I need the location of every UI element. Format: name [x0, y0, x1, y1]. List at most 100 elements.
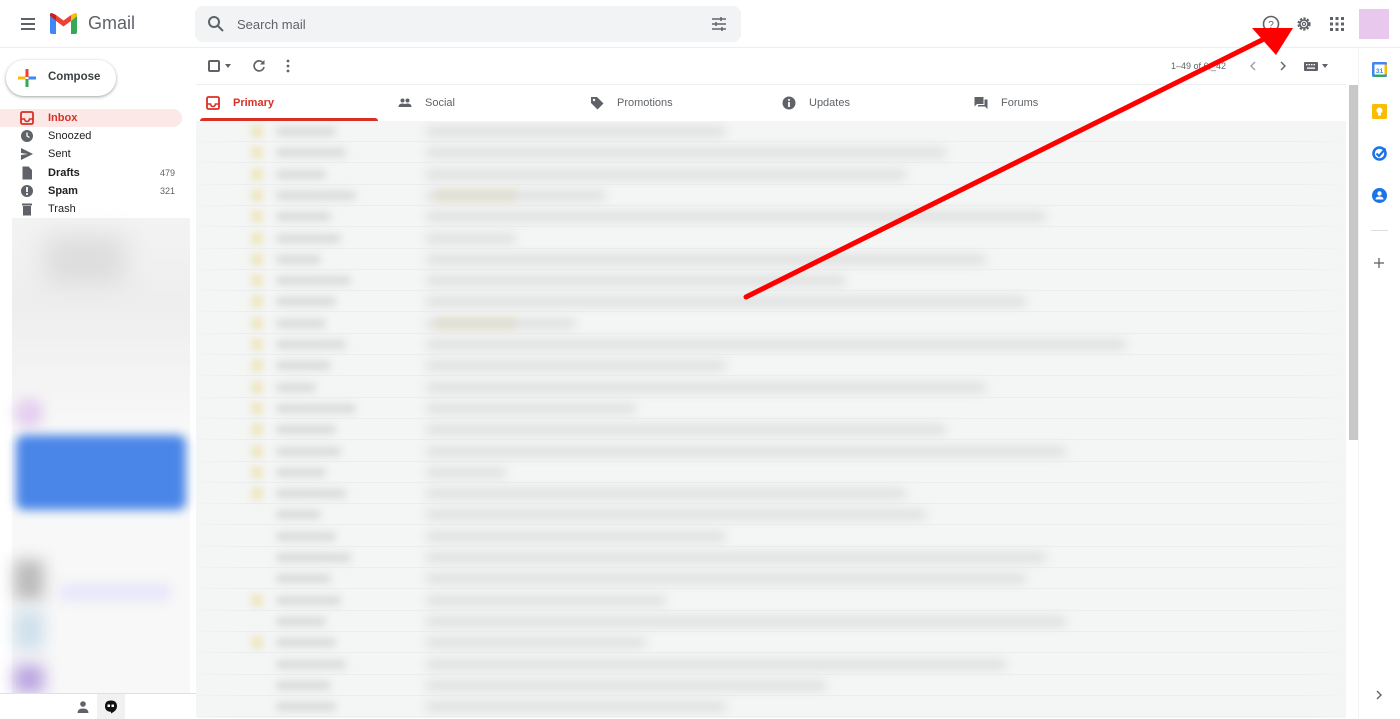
email-subject-blurred [426, 553, 1046, 562]
email-sender-blurred [276, 276, 351, 286]
email-row[interactable] [196, 632, 1346, 654]
help-icon[interactable]: ? [1262, 15, 1280, 33]
more-options-icon[interactable] [286, 59, 290, 73]
star-icon[interactable] [251, 593, 263, 607]
sidebar-item-drafts[interactable]: Drafts 479 [0, 164, 190, 182]
tasks-icon[interactable] [1372, 146, 1387, 161]
chevron-right-icon[interactable] [1278, 60, 1288, 72]
keyboard-icon[interactable] [1304, 62, 1318, 71]
tab-updates[interactable]: Updates [772, 85, 954, 121]
apps-grid-icon[interactable] [1330, 17, 1344, 31]
email-sender-blurred [276, 382, 316, 392]
sidebar-item-trash[interactable]: Trash [0, 200, 190, 218]
chevron-left-icon[interactable] [1248, 60, 1258, 72]
email-subject-blurred [426, 382, 986, 392]
star-icon[interactable] [251, 231, 263, 245]
search-icon[interactable] [207, 15, 225, 33]
email-row[interactable] [196, 696, 1346, 718]
sidebar-item-spam[interactable]: Spam 321 [0, 182, 190, 200]
send-icon [21, 148, 33, 161]
star-icon[interactable] [251, 316, 263, 330]
star-icon[interactable] [251, 188, 263, 202]
select-dropdown-caret-icon[interactable] [225, 64, 231, 68]
email-row[interactable] [196, 547, 1346, 568]
add-addon-plus-icon[interactable] [1373, 257, 1385, 269]
star-icon[interactable] [251, 423, 263, 437]
star-icon[interactable] [251, 252, 263, 266]
star-icon[interactable] [251, 465, 263, 479]
tab-label: Primary [233, 97, 274, 109]
email-row[interactable] [196, 164, 1346, 185]
sidebar-item-inbox[interactable]: Inbox [0, 109, 182, 128]
star-icon[interactable] [251, 338, 263, 351]
email-row[interactable] [196, 377, 1346, 398]
email-row[interactable] [196, 441, 1346, 462]
input-tools-caret-icon[interactable] [1322, 64, 1328, 68]
sidebar-item-label: Trash [48, 203, 76, 216]
email-row[interactable] [196, 611, 1346, 632]
account-avatar[interactable] [1359, 9, 1389, 39]
search-options-icon[interactable] [711, 16, 727, 32]
tab-primary[interactable]: Primary [196, 85, 378, 121]
gmail-logo-icon[interactable] [50, 13, 77, 34]
email-row[interactable] [196, 483, 1346, 505]
email-row[interactable] [196, 504, 1346, 526]
email-row[interactable] [196, 654, 1346, 675]
expand-side-panel-chevron-icon[interactable] [1375, 690, 1383, 700]
star-icon[interactable] [251, 210, 263, 224]
star-icon[interactable] [251, 487, 263, 501]
star-icon[interactable] [251, 444, 263, 458]
tab-promotions[interactable]: Promotions [580, 85, 762, 121]
sidebar-item-count: 479 [159, 167, 175, 178]
email-subject-blurred [426, 127, 726, 136]
star-icon[interactable] [251, 125, 263, 138]
star-icon[interactable] [251, 380, 263, 394]
email-row[interactable] [196, 526, 1346, 547]
email-row[interactable] [196, 590, 1346, 611]
email-row[interactable] [196, 142, 1346, 164]
compose-button[interactable]: Compose [6, 60, 116, 96]
contacts-icon[interactable] [1372, 188, 1387, 203]
star-icon[interactable] [251, 146, 263, 160]
email-row[interactable] [196, 419, 1346, 441]
email-row[interactable] [196, 121, 1346, 142]
tab-social[interactable]: Social [388, 85, 570, 121]
email-row[interactable] [196, 398, 1346, 419]
keep-icon[interactable] [1372, 104, 1387, 119]
sidebar-item-sent[interactable]: Sent [0, 145, 190, 163]
person-icon[interactable] [76, 700, 90, 714]
email-row[interactable] [196, 355, 1346, 377]
star-icon[interactable] [251, 274, 263, 288]
email-row[interactable] [196, 568, 1346, 590]
hangouts-button[interactable] [97, 694, 125, 719]
refresh-icon[interactable] [252, 59, 266, 73]
star-icon[interactable] [251, 401, 263, 415]
email-row[interactable] [196, 206, 1346, 228]
email-row[interactable] [196, 334, 1346, 355]
email-list-scrollbar[interactable] [1349, 85, 1358, 440]
star-icon[interactable] [251, 167, 263, 181]
people-icon [398, 98, 412, 107]
email-row[interactable] [196, 462, 1346, 483]
email-row[interactable] [196, 270, 1346, 292]
email-row[interactable] [196, 675, 1346, 696]
star-icon[interactable] [251, 295, 263, 309]
email-row[interactable] [196, 313, 1346, 334]
sidebar-item-snoozed[interactable]: Snoozed [0, 127, 190, 145]
email-row[interactable] [196, 291, 1346, 313]
email-row[interactable] [196, 185, 1346, 206]
calendar-icon[interactable]: 31 [1372, 62, 1387, 77]
select-all-checkbox[interactable] [208, 60, 220, 72]
email-row[interactable] [196, 228, 1346, 249]
sidebar-nav: Inbox Snoozed Sent Drafts 479 Spam 321 T… [0, 109, 190, 218]
main-menu-button[interactable] [16, 12, 40, 36]
settings-gear-icon[interactable] [1295, 15, 1313, 33]
search-input[interactable] [237, 14, 697, 34]
email-sender-blurred [276, 467, 326, 477]
tab-forums[interactable]: Forums [964, 85, 1146, 121]
side-panel: 31 [1358, 48, 1400, 718]
email-row[interactable] [196, 249, 1346, 270]
email-sender-blurred [276, 169, 326, 179]
star-icon[interactable] [251, 636, 263, 650]
star-icon[interactable] [251, 359, 263, 373]
